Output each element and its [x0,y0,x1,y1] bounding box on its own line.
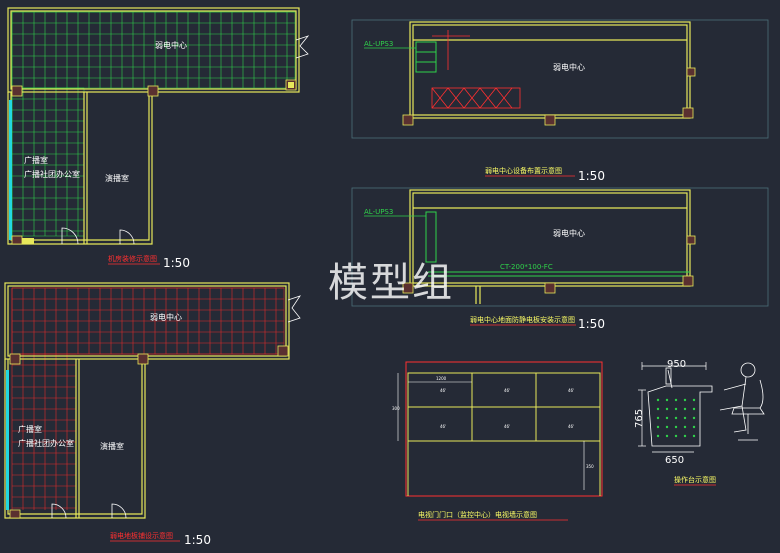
scale-label: 1:50 [578,317,605,331]
room-label-studio: 演播室 [105,173,129,183]
drawing-frame [351,19,769,139]
distribution-cabinets [415,41,437,73]
dim-bottom: 650 [665,455,684,466]
plan-caption: 机房装修示意图 [108,254,157,263]
screen-size-label: 46' [504,424,510,429]
server-racks [431,30,521,109]
screen-labels: 46' 46' 46' 46' 46' 46' [440,388,574,429]
columns [9,345,289,519]
room-label-weak-center: 弱电中心 [155,40,187,50]
plan-top-right: AL-UPS3 弱电中心 弱电中心设备布置示意图 1:50 [351,19,769,183]
screen-size-label: 46' [568,424,574,429]
dimension-lines [638,362,707,453]
dim-side: 765 [634,409,645,428]
columns [11,79,297,245]
window-strip [9,100,12,240]
scale-label: 1:50 [184,533,211,547]
plan-caption: 弱电中心设备布置示意图 [485,166,562,175]
floor-grid-lines [11,11,295,236]
room-label-broadcast-office: 广播社团办公室 [24,169,80,179]
scale-label: 1:50 [578,169,605,183]
dim-top: 1200 [436,376,447,381]
plan-caption: 弱电中心地面防静电板安装示意图 [470,315,575,324]
room-label-weak-center: 弱电中心 [150,312,182,322]
plan-caption: 弱电地板铺设示意图 [110,531,173,540]
tv-wall-caption: 电视门门口（监控中心）电视墙示意图 [418,510,537,519]
console-caption: 操作台示意图 [674,475,716,484]
screen-size-label: 46' [440,424,446,429]
room-label-broadcast: 广播室 [18,424,42,434]
ups-tag: AL-UPS3 [364,40,393,48]
dim-side: 300 [392,406,400,411]
floor-grid-weak-room [11,11,296,89]
drawing-frame [351,187,769,307]
dimension-lines [397,373,585,490]
tv-wall-detail: 46' 46' 46' 46' 46' 46' 1200 300 350 电视门门口（监控… [392,361,603,521]
dim-right: 350 [586,464,594,469]
console-vent-dots [656,398,696,438]
floor-grid-lines [11,287,284,510]
screen-size-label: 46' [568,388,574,393]
room-label: 弱电中心 [553,62,585,72]
window-strip [6,370,9,510]
screen-size-label: 46' [440,388,446,393]
cable-tray [425,211,690,277]
plan-top-left: 弱电中心 广播室 广播社团办公室 演播室 机房装修示意图 1:50 [7,7,310,270]
room-label: 弱电中心 [553,228,585,238]
room-label-broadcast-office: 广播社团办公室 [18,438,74,448]
walls [4,282,290,519]
walls [7,7,300,245]
operator-figure [719,362,765,441]
columns [402,67,696,126]
room-label-broadcast: 广播室 [24,155,48,165]
plan-bottom-left: 弱电中心 广播室 广播社团办公室 演播室 弱电地板铺设示意图 1:50 [4,282,301,547]
console-detail: 950 765 650 操作台示意图 [634,359,765,486]
ups-tag: AL-UPS3 [364,208,393,216]
screen-size-label: 46' [504,388,510,393]
console-desk [647,367,713,447]
plan-middle-right: AL-UPS3 弱电中心 CT-200*100-FC 弱电中心地面防静电板安装示… [351,187,769,331]
room-label-studio: 演播室 [100,441,124,451]
scale-label: 1:50 [163,256,190,270]
dim-top: 950 [667,359,686,370]
cad-drawing-canvas: 弱电中心 广播室 广播社团办公室 演播室 机房装修示意图 1:50 弱电中心 广… [4,7,769,547]
cable-tray-label: CT-200*100-FC [500,263,553,271]
